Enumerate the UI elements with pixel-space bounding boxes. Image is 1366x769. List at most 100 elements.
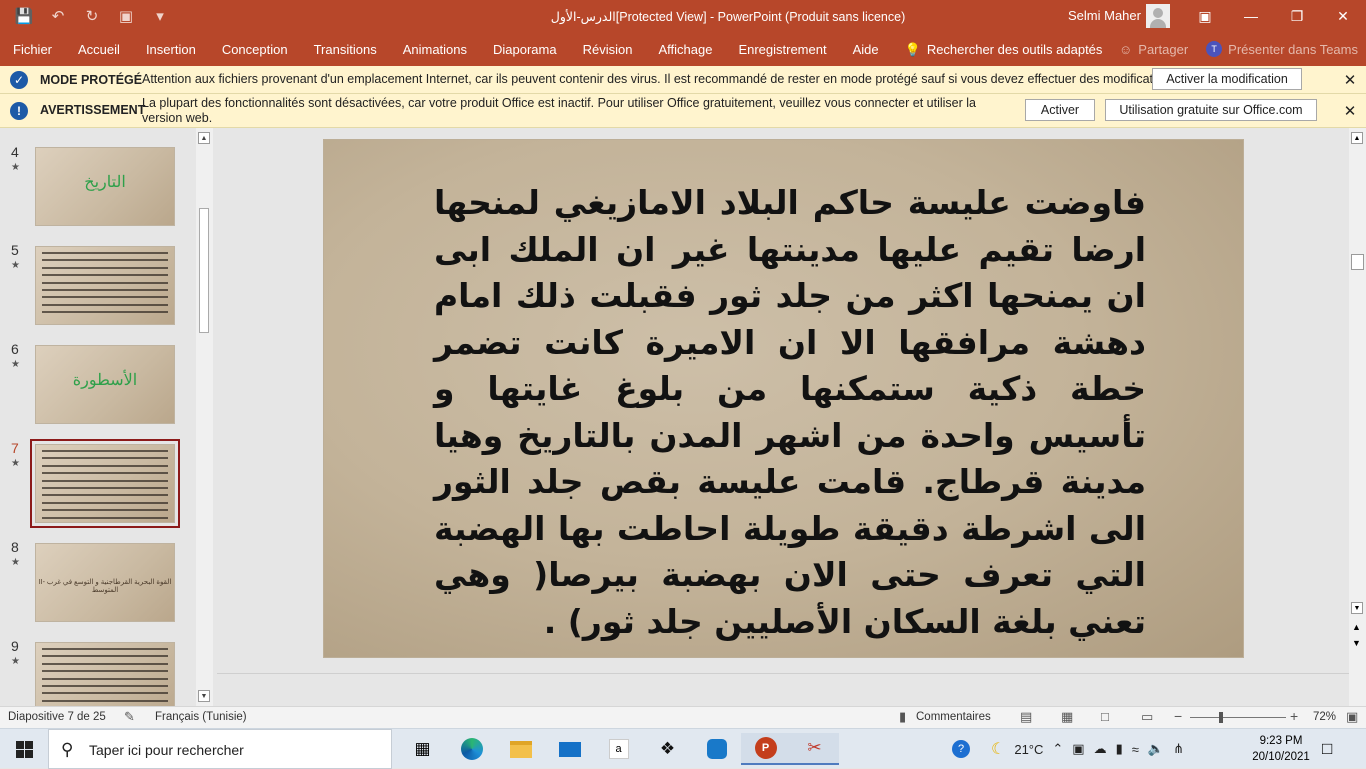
zoom-in-icon[interactable]: + bbox=[1290, 708, 1298, 724]
editor-scrollbar[interactable]: ▲ ▼ ▲ ▼ bbox=[1349, 128, 1366, 706]
share-label: Partager bbox=[1138, 41, 1189, 57]
thumbnail-scrollbar[interactable]: ▲ ▼ bbox=[196, 128, 213, 706]
scroll-down-icon[interactable]: ▼ bbox=[198, 690, 210, 702]
thumbnail-number: 9 bbox=[11, 638, 19, 654]
tab-fichier[interactable]: Fichier bbox=[0, 42, 65, 58]
notification-icon[interactable]: □ bbox=[1322, 739, 1332, 759]
lightbulb-icon: 💡 bbox=[904, 42, 921, 57]
next-slide-icon[interactable]: ▼ bbox=[1352, 638, 1361, 648]
thumbnail-number: 6 bbox=[11, 341, 19, 357]
normal-view-icon[interactable]: ▤ bbox=[1020, 709, 1032, 725]
reading-view-icon[interactable]: □ bbox=[1101, 709, 1109, 724]
scroll-up-icon[interactable]: ▲ bbox=[198, 132, 210, 144]
scroll-up-icon[interactable]: ▲ bbox=[1351, 132, 1363, 144]
chevron-up-icon[interactable]: ⌃ bbox=[1052, 741, 1063, 757]
taskbar-search[interactable]: ⚲ Taper ici pour rechercher bbox=[48, 729, 392, 769]
activate-button[interactable]: Activer bbox=[1025, 99, 1095, 121]
slideshow-icon[interactable]: ▭ bbox=[1141, 709, 1153, 725]
notes-area[interactable] bbox=[217, 673, 1349, 706]
help-icon[interactable]: ? bbox=[952, 740, 970, 758]
protected-view-bar: ✓ MODE PROTÉGÉ Attention aux fichiers pr… bbox=[0, 66, 1366, 94]
warning-bar: ! AVERTISSEMENT La plupart des fonctionn… bbox=[0, 94, 1366, 128]
tab-revision[interactable]: Révision bbox=[570, 42, 646, 58]
tab-affichage[interactable]: Affichage bbox=[645, 42, 725, 58]
scroll-thumb[interactable] bbox=[199, 208, 209, 333]
tab-aide[interactable]: Aide bbox=[840, 42, 892, 58]
clock-date: 20/10/2021 bbox=[1252, 751, 1310, 763]
slide-thumbnail[interactable]: التاريخ bbox=[35, 147, 175, 226]
windows-start-icon[interactable] bbox=[0, 729, 48, 769]
shield-icon: ✓ bbox=[10, 71, 28, 89]
ime-icon[interactable]: ⋔ bbox=[1173, 741, 1184, 757]
tab-conception[interactable]: Conception bbox=[209, 42, 301, 58]
tab-insertion[interactable]: Insertion bbox=[133, 42, 209, 58]
previous-slide-icon[interactable]: ▲ bbox=[1352, 622, 1361, 632]
language-indicator[interactable]: Français (Tunisie) bbox=[155, 711, 247, 723]
thumbnail-number: 5 bbox=[11, 242, 19, 258]
tab-transitions[interactable]: Transitions bbox=[301, 42, 390, 58]
search-tools[interactable]: 💡 Rechercher des outils adaptés bbox=[892, 42, 1116, 58]
tab-animations[interactable]: Animations bbox=[390, 42, 480, 58]
zoom-out-icon[interactable]: − bbox=[1174, 708, 1182, 724]
app-icon[interactable] bbox=[692, 733, 741, 765]
restore-icon[interactable]: ❐ bbox=[1274, 0, 1320, 32]
close-icon[interactable]: ✕ bbox=[1320, 0, 1366, 32]
share-button[interactable]: ☺ Partager bbox=[1119, 41, 1188, 57]
camera-icon[interactable]: ▣ bbox=[1072, 741, 1084, 757]
task-view-icon[interactable]: ▦ bbox=[398, 733, 447, 765]
warning-label: AVERTISSEMENT bbox=[40, 103, 146, 117]
fit-slide-icon[interactable]: ▣ bbox=[1346, 709, 1358, 725]
slide-thumbnail[interactable] bbox=[35, 246, 175, 325]
slide-thumbnail-selected[interactable] bbox=[30, 439, 180, 528]
accessibility-icon[interactable]: ✎ bbox=[124, 709, 135, 725]
comments-button[interactable]: Commentaires bbox=[916, 711, 991, 723]
volume-icon[interactable]: 🔈 bbox=[1148, 741, 1164, 757]
zoom-level[interactable]: 72% bbox=[1313, 711, 1336, 723]
amazon-icon[interactable]: a bbox=[594, 733, 643, 765]
thumbnail-subtitle: II- القوة البحرية القرطاجنية و التوسع في… bbox=[38, 579, 172, 594]
scroll-down-icon[interactable]: ▼ bbox=[1351, 602, 1363, 614]
zoom-slider[interactable] bbox=[1190, 717, 1286, 718]
teams-button[interactable]: T Présenter dans Teams bbox=[1206, 41, 1358, 57]
snip-icon[interactable]: ✂ bbox=[790, 733, 839, 765]
edge-icon[interactable] bbox=[447, 733, 496, 765]
close-icon[interactable]: ✕ bbox=[1340, 70, 1360, 90]
scroll-thumb[interactable] bbox=[1351, 254, 1364, 270]
slide-sorter-icon[interactable]: ▦ bbox=[1061, 709, 1073, 725]
slide-body-text[interactable]: فاوضت عليسة حاكم البلاد الامازيغي لمنحها… bbox=[434, 180, 1146, 645]
warning-icon: ! bbox=[10, 102, 28, 120]
person-add-icon: ☺ bbox=[1119, 41, 1133, 57]
avatar[interactable] bbox=[1146, 4, 1170, 28]
tab-accueil[interactable]: Accueil bbox=[65, 42, 133, 58]
thumbnail-text-lines bbox=[42, 450, 168, 522]
title-bar: 💾 ↶ ↻ ▣ ▾ الدرس-الأول[Protected View] - … bbox=[0, 0, 1366, 32]
enable-editing-button[interactable]: Activer la modification bbox=[1152, 68, 1302, 90]
free-office-button[interactable]: Utilisation gratuite sur Office.com bbox=[1105, 99, 1317, 121]
thumbnail-title: الأسطورة bbox=[72, 370, 138, 389]
close-icon[interactable]: ✕ bbox=[1340, 101, 1360, 121]
minimize-icon[interactable]: — bbox=[1228, 0, 1274, 32]
warning-message: La plupart des fonctionnalités sont désa… bbox=[142, 96, 976, 125]
powerpoint-icon[interactable]: P bbox=[741, 733, 790, 765]
ribbon-display-icon[interactable]: ▣ bbox=[1182, 0, 1228, 32]
file-explorer-icon[interactable] bbox=[496, 733, 545, 765]
slide-canvas[interactable]: فاوضت عليسة حاكم البلاد الامازيغي لمنحها… bbox=[323, 139, 1244, 658]
weather-moon-icon[interactable]: ☾ bbox=[991, 739, 1005, 759]
status-bar: Diapositive 7 de 25 ✎ Français (Tunisie)… bbox=[0, 706, 1366, 728]
wifi-icon[interactable]: ≈ bbox=[1132, 742, 1139, 757]
tab-diaporama[interactable]: Diaporama bbox=[480, 42, 570, 58]
zoom-slider-handle[interactable] bbox=[1219, 712, 1223, 723]
microphone-icon[interactable]: ▮ bbox=[1116, 741, 1123, 757]
slide-thumbnail[interactable]: II- القوة البحرية القرطاجنية و التوسع في… bbox=[35, 543, 175, 622]
slide-thumbnail[interactable]: الأسطورة bbox=[35, 345, 175, 424]
clock[interactable]: 9:23 PM 20/10/2021 bbox=[1250, 733, 1312, 765]
cloud-icon[interactable]: ☁ bbox=[1094, 741, 1107, 757]
slide-thumbnail[interactable] bbox=[35, 642, 175, 706]
tab-enregistrement[interactable]: Enregistrement bbox=[725, 42, 839, 58]
ribbon: Fichier Accueil Insertion Conception Tra… bbox=[0, 32, 1366, 66]
dropbox-icon[interactable]: ❖ bbox=[643, 733, 692, 765]
clock-time: 9:23 PM bbox=[1259, 735, 1303, 747]
user-name[interactable]: Selmi Maher bbox=[1068, 8, 1141, 23]
mail-icon[interactable] bbox=[545, 733, 594, 765]
temperature[interactable]: 21°C bbox=[1014, 742, 1043, 757]
